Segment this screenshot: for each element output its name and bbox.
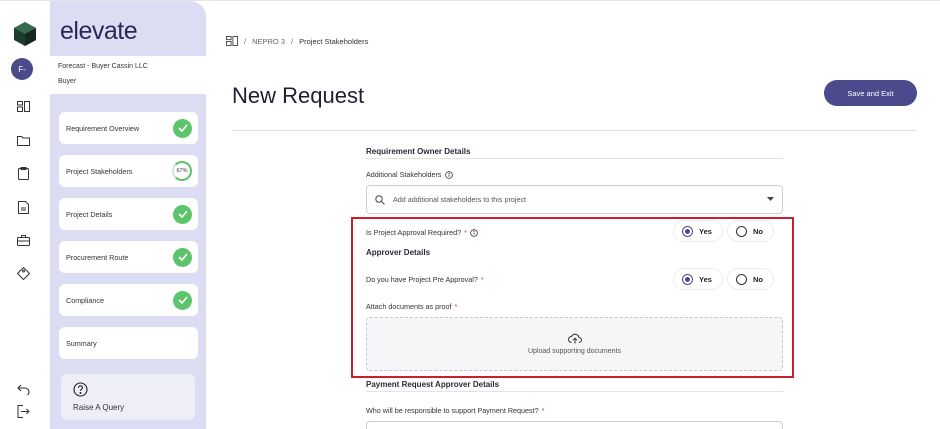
user-avatar[interactable]: F- [11, 58, 33, 80]
step-project-stakeholders[interactable]: Project Stakeholders 67% [59, 155, 198, 187]
search-icon [375, 194, 385, 205]
step-label: Procurement Route [66, 252, 129, 262]
section-divider [366, 391, 783, 392]
steps-sidebar: elevate Forecast - Buyer Cassin LLC Buye… [50, 1, 206, 429]
step-label: Requirement Overview [66, 123, 140, 133]
divider [232, 130, 917, 131]
check-circle-icon [173, 118, 192, 138]
breadcrumb-separator: / [291, 36, 294, 46]
step-label: Project Stakeholders [66, 166, 133, 176]
check-circle-icon [173, 290, 192, 310]
dashboard-icon[interactable] [226, 36, 238, 46]
save-and-exit-button[interactable]: Save and Exit [824, 80, 917, 106]
dashboard-icon[interactable] [15, 98, 31, 114]
additional-stakeholders-label: Additional Stakeholders [366, 170, 453, 179]
required-mark: * [541, 406, 545, 415]
payment-responsible-label: Who will be responsible to support Payme… [366, 406, 544, 415]
document-icon[interactable] [15, 199, 31, 215]
briefcase-icon[interactable] [15, 232, 31, 248]
field-label: Additional Stakeholders [366, 170, 442, 179]
help-circle-icon [73, 382, 88, 397]
org-name: Forecast - Buyer Cassin LLC [58, 63, 148, 70]
highlight-box [351, 217, 794, 378]
raise-query-label: Raise A Query [73, 403, 125, 412]
tag-icon[interactable] [15, 265, 31, 281]
breadcrumb-current: Project Stakeholders [299, 36, 369, 46]
breadcrumb: / NEPRO 3 / Project Stakeholders [226, 36, 368, 46]
step-label: Compliance [66, 295, 104, 305]
avatar-initials: F- [18, 64, 26, 74]
section-divider [366, 158, 783, 159]
raise-query-button[interactable]: Raise A Query [61, 374, 195, 420]
step-project-details[interactable]: Project Details [59, 198, 198, 230]
step-summary[interactable]: Summary [59, 327, 198, 359]
icon-rail: F- [0, 1, 50, 429]
step-procurement-route[interactable]: Procurement Route [59, 241, 198, 273]
org-panel [50, 56, 206, 94]
progress-value: 67% [176, 168, 188, 174]
section-title-payment: Payment Request Approver Details [366, 380, 500, 389]
step-compliance[interactable]: Compliance [59, 284, 198, 316]
progress-ring-icon: 67% [172, 161, 192, 181]
info-icon[interactable] [444, 170, 453, 179]
payment-responsible-field[interactable] [366, 421, 783, 429]
logout-icon[interactable] [15, 403, 31, 419]
stakeholders-select[interactable]: Add additional stakeholders to this proj… [366, 185, 783, 214]
page-title: New Request [232, 83, 365, 108]
breadcrumb-project[interactable]: NEPRO 3 [252, 37, 285, 46]
section-title-owner: Requirement Owner Details [366, 147, 471, 156]
undo-icon[interactable] [15, 381, 31, 397]
step-label: Project Details [66, 209, 113, 219]
clipboard-icon[interactable] [15, 165, 31, 181]
chevron-down-icon [767, 197, 774, 201]
check-circle-icon [173, 204, 192, 224]
breadcrumb-separator: / [244, 36, 247, 46]
folder-icon[interactable] [15, 132, 31, 148]
step-label: Summary [66, 338, 97, 348]
check-circle-icon [173, 247, 192, 267]
step-requirement-overview[interactable]: Requirement Overview [59, 112, 198, 144]
stakeholders-placeholder: Add additional stakeholders to this proj… [393, 195, 527, 204]
elevate-logo-icon[interactable] [12, 21, 38, 47]
field-label: Who will be responsible to support Payme… [366, 406, 539, 415]
brand-name: elevate [60, 17, 138, 45]
app-window: F- elevate Forecast - Buyer Cassin LLC B… [0, 0, 940, 429]
org-role: Buyer [58, 78, 77, 85]
